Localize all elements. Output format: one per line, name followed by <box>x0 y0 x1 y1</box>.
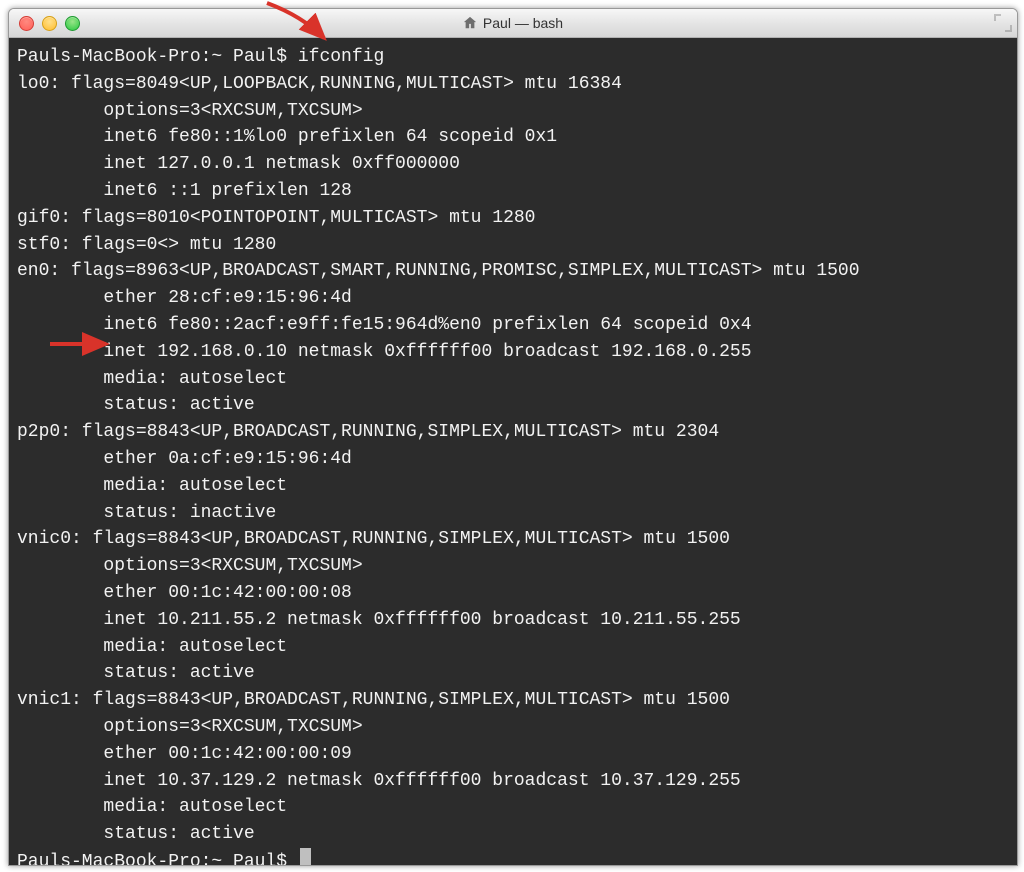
terminal-window: Paul — bash Pauls-MacBook-Pro:~ Paul$ if… <box>8 8 1018 866</box>
window-title-text: Paul — bash <box>483 15 563 31</box>
terminal-content[interactable]: Pauls-MacBook-Pro:~ Paul$ ifconfiglo0: f… <box>9 38 1017 865</box>
terminal-line: media: autoselect <box>17 634 1009 661</box>
terminal-line: ether 28:cf:e9:15:96:4d <box>17 285 1009 312</box>
terminal-line: inet 10.211.55.2 netmask 0xffffff00 broa… <box>17 607 1009 634</box>
terminal-line: ether 00:1c:42:00:00:08 <box>17 580 1009 607</box>
terminal-line: media: autoselect <box>17 366 1009 393</box>
close-button[interactable] <box>19 16 34 31</box>
terminal-line: lo0: flags=8049<UP,LOOPBACK,RUNNING,MULT… <box>17 71 1009 98</box>
terminal-line: vnic1: flags=8843<UP,BROADCAST,RUNNING,S… <box>17 687 1009 714</box>
maximize-button[interactable] <box>65 16 80 31</box>
terminal-line: inet6 fe80::2acf:e9ff:fe15:964d%en0 pref… <box>17 312 1009 339</box>
terminal-line: options=3<RXCSUM,TXCSUM> <box>17 714 1009 741</box>
terminal-line: vnic0: flags=8843<UP,BROADCAST,RUNNING,S… <box>17 526 1009 553</box>
terminal-line: media: autoselect <box>17 473 1009 500</box>
terminal-line: status: active <box>17 821 1009 848</box>
terminal-line: inet 127.0.0.1 netmask 0xff000000 <box>17 151 1009 178</box>
terminal-line: en0: flags=8963<UP,BROADCAST,SMART,RUNNI… <box>17 258 1009 285</box>
traffic-lights <box>19 16 80 31</box>
terminal-line: status: active <box>17 392 1009 419</box>
terminal-line: options=3<RXCSUM,TXCSUM> <box>17 553 1009 580</box>
window-title: Paul — bash <box>9 15 1017 31</box>
terminal-line: p2p0: flags=8843<UP,BROADCAST,RUNNING,SI… <box>17 419 1009 446</box>
terminal-line: options=3<RXCSUM,TXCSUM> <box>17 98 1009 125</box>
terminal-line: stf0: flags=0<> mtu 1280 <box>17 232 1009 259</box>
terminal-line: gif0: flags=8010<POINTOPOINT,MULTICAST> … <box>17 205 1009 232</box>
terminal-line: inet 192.168.0.10 netmask 0xffffff00 bro… <box>17 339 1009 366</box>
terminal-line: ether 00:1c:42:00:00:09 <box>17 741 1009 768</box>
terminal-line: status: inactive <box>17 500 1009 527</box>
fullscreen-corner-icon[interactable] <box>993 13 1013 33</box>
terminal-line: status: active <box>17 660 1009 687</box>
titlebar: Paul — bash <box>9 9 1017 38</box>
cursor <box>300 848 311 865</box>
terminal-line: media: autoselect <box>17 794 1009 821</box>
terminal-line: inet6 fe80::1%lo0 prefixlen 64 scopeid 0… <box>17 124 1009 151</box>
terminal-line: inet 10.37.129.2 netmask 0xffffff00 broa… <box>17 768 1009 795</box>
minimize-button[interactable] <box>42 16 57 31</box>
terminal-line: ether 0a:cf:e9:15:96:4d <box>17 446 1009 473</box>
terminal-line: inet6 ::1 prefixlen 128 <box>17 178 1009 205</box>
terminal-line-prompt: Pauls-MacBook-Pro:~ Paul$ ifconfig <box>17 44 1009 71</box>
home-icon <box>463 16 477 30</box>
terminal-line-prompt-end: Pauls-MacBook-Pro:~ Paul$ <box>17 848 1009 865</box>
